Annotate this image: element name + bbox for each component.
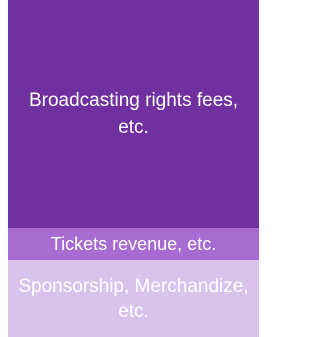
sponsorship-segment: Sponsorship, Merchandize, etc. <box>8 260 259 337</box>
broadcasting-segment: Broadcasting rights fees, etc. <box>8 0 259 228</box>
revenue-stack: Broadcasting rights fees, etc. Tickets r… <box>8 0 259 337</box>
tickets-label: Tickets revenue, etc. <box>50 234 217 254</box>
sponsorship-label: Sponsorship, Merchandize, etc. <box>18 275 249 322</box>
tickets-segment: Tickets revenue, etc. <box>8 228 259 260</box>
broadcasting-label: Broadcasting rights fees, etc. <box>28 90 239 138</box>
